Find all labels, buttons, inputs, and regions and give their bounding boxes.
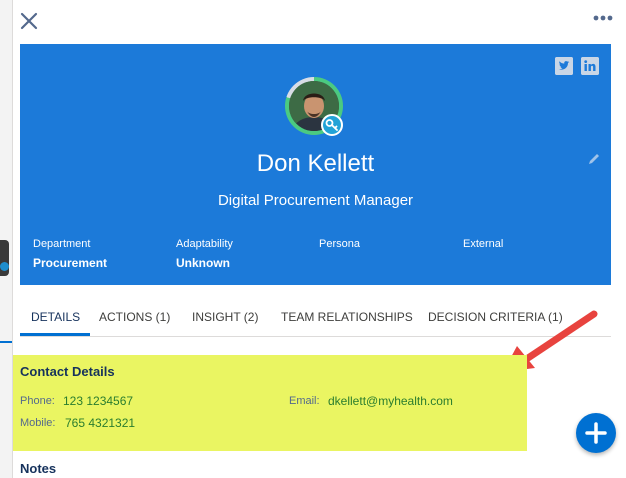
profile-job-title: Digital Procurement Manager xyxy=(217,192,414,209)
notes-title: Notes xyxy=(20,461,57,476)
mobile-label: Mobile: xyxy=(20,417,56,429)
twitter-icon[interactable] xyxy=(555,57,573,75)
linkedin-icon[interactable] xyxy=(581,57,599,75)
adaptability-label: Adaptability xyxy=(176,238,233,250)
tab-team-relationships[interactable]: TEAM RELATIONSHIPS xyxy=(281,310,413,324)
tab-actions[interactable]: ACTIONS (1) xyxy=(99,310,170,324)
more-options-button[interactable] xyxy=(592,8,614,28)
department-value: Procurement xyxy=(33,256,108,270)
background-tab-indicator xyxy=(0,341,12,343)
external-label: External xyxy=(463,238,504,250)
background-page-edge xyxy=(0,0,13,478)
tab-insight[interactable]: INSIGHT (2) xyxy=(192,310,258,324)
more-dots-icon xyxy=(593,15,613,21)
close-button[interactable] xyxy=(20,12,38,30)
add-button[interactable] xyxy=(576,413,616,453)
plus-icon xyxy=(585,422,607,444)
phone-value[interactable]: 123 1234567 xyxy=(63,394,133,408)
department-label: Department xyxy=(33,238,91,250)
email-label: Email: xyxy=(289,395,320,407)
phone-label: Phone: xyxy=(20,395,55,407)
email-value[interactable]: dkellett@myhealth.com xyxy=(328,394,453,408)
key-icon xyxy=(321,114,343,136)
profile-card: Don Kellett Digital Procurement Manager … xyxy=(20,44,611,285)
profile-name: Don Kellett xyxy=(256,150,375,177)
mobile-value[interactable]: 765 4321321 xyxy=(65,416,135,430)
background-badge xyxy=(0,262,9,271)
tab-details[interactable]: DETAILS xyxy=(31,310,80,324)
active-tab-indicator xyxy=(20,333,90,336)
persona-label: Persona xyxy=(319,238,360,250)
contact-details-title: Contact Details xyxy=(20,364,115,379)
avatar-progress-ring xyxy=(285,77,343,136)
close-icon xyxy=(20,12,38,30)
adaptability-value: Unknown xyxy=(176,256,230,270)
